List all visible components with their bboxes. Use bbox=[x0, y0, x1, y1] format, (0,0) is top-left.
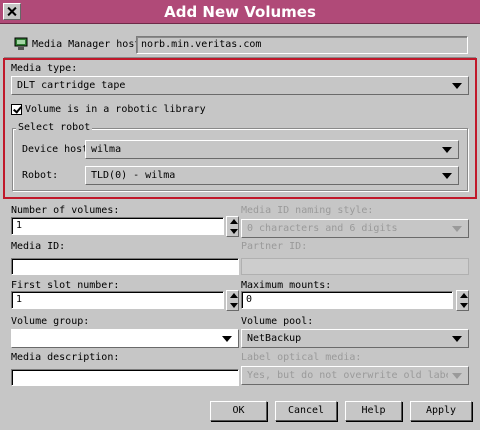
media-type-label: Media type: bbox=[11, 63, 78, 74]
chevron-down-icon bbox=[452, 373, 462, 379]
media-description-input[interactable] bbox=[11, 369, 239, 386]
host-value: norb.min.veritas.com bbox=[141, 39, 262, 50]
volume-group-label: Volume group: bbox=[11, 316, 90, 327]
spin-up-icon[interactable] bbox=[460, 293, 468, 298]
window-title: Add New Volumes bbox=[164, 3, 316, 21]
ok-button[interactable]: OK bbox=[210, 401, 267, 421]
chevron-down-icon bbox=[442, 147, 452, 153]
spin-down-icon[interactable] bbox=[230, 303, 238, 308]
chevron-down-icon bbox=[452, 83, 462, 89]
apply-button[interactable]: Apply bbox=[410, 401, 472, 421]
media-id-label: Media ID: bbox=[11, 241, 66, 252]
volumes-count-value: 1 bbox=[16, 220, 23, 231]
chevron-down-icon bbox=[222, 336, 232, 342]
volume-pool-dropdown[interactable]: NetBackup bbox=[241, 329, 469, 348]
select-robot-title: Select robot bbox=[16, 122, 93, 134]
robotic-label: Volume is in a robotic library bbox=[25, 104, 206, 115]
host-field: norb.min.veritas.com bbox=[136, 36, 468, 54]
spin-down-icon[interactable] bbox=[230, 229, 238, 234]
label-optical-label: Label optical media: bbox=[241, 352, 362, 363]
volume-pool-value: NetBackup bbox=[247, 333, 302, 344]
robot-value: TLD(0) - wilma bbox=[91, 170, 176, 181]
spin-up-icon[interactable] bbox=[230, 293, 238, 298]
media-id-style-value: 0 characters and 6 digits bbox=[247, 223, 398, 234]
max-mounts-spinner[interactable] bbox=[456, 290, 469, 311]
max-mounts-value: 0 bbox=[246, 294, 253, 305]
max-mounts-input[interactable]: 0 bbox=[241, 291, 453, 309]
first-slot-value: 1 bbox=[16, 294, 23, 305]
chevron-down-icon bbox=[442, 173, 452, 179]
robotic-checkbox[interactable] bbox=[11, 104, 22, 115]
label-optical-dropdown: Yes, but do not overwrite old labels bbox=[241, 366, 469, 385]
media-type-value: DLT cartridge tape bbox=[17, 80, 126, 91]
spin-down-icon[interactable] bbox=[460, 303, 468, 308]
volume-pool-label: Volume pool: bbox=[241, 316, 314, 327]
robot-dropdown[interactable]: TLD(0) - wilma bbox=[85, 166, 459, 185]
cancel-button[interactable]: Cancel bbox=[275, 401, 337, 421]
first-slot-input[interactable]: 1 bbox=[11, 291, 224, 309]
spin-up-icon[interactable] bbox=[230, 219, 238, 224]
computer-icon bbox=[14, 37, 28, 50]
device-host-label: Device host: bbox=[22, 144, 95, 155]
device-host-value: wilma bbox=[91, 144, 122, 155]
host-label: Media Manager host: bbox=[32, 39, 147, 50]
label-optical-value: Yes, but do not overwrite old labels bbox=[247, 370, 448, 381]
volume-group-dropdown[interactable] bbox=[11, 329, 239, 348]
chevron-down-icon bbox=[452, 336, 462, 342]
volumes-count-spinner[interactable] bbox=[226, 216, 239, 237]
help-button[interactable]: Help bbox=[345, 401, 402, 421]
device-host-dropdown[interactable]: wilma bbox=[85, 140, 459, 159]
partner-id-label: Partner ID: bbox=[241, 241, 308, 252]
media-id-style-dropdown: 0 characters and 6 digits bbox=[241, 219, 469, 238]
volumes-count-label: Number of volumes: bbox=[11, 205, 120, 216]
media-description-label: Media description: bbox=[11, 352, 120, 363]
volumes-count-input[interactable]: 1 bbox=[11, 217, 224, 235]
chevron-down-icon bbox=[452, 226, 462, 232]
media-type-dropdown[interactable]: DLT cartridge tape bbox=[11, 76, 469, 95]
partner-id-input bbox=[241, 258, 469, 275]
robot-label: Robot: bbox=[22, 170, 59, 181]
media-id-input[interactable] bbox=[11, 258, 239, 275]
first-slot-spinner[interactable] bbox=[226, 290, 239, 311]
media-id-style-label: Media ID naming style: bbox=[241, 205, 374, 216]
